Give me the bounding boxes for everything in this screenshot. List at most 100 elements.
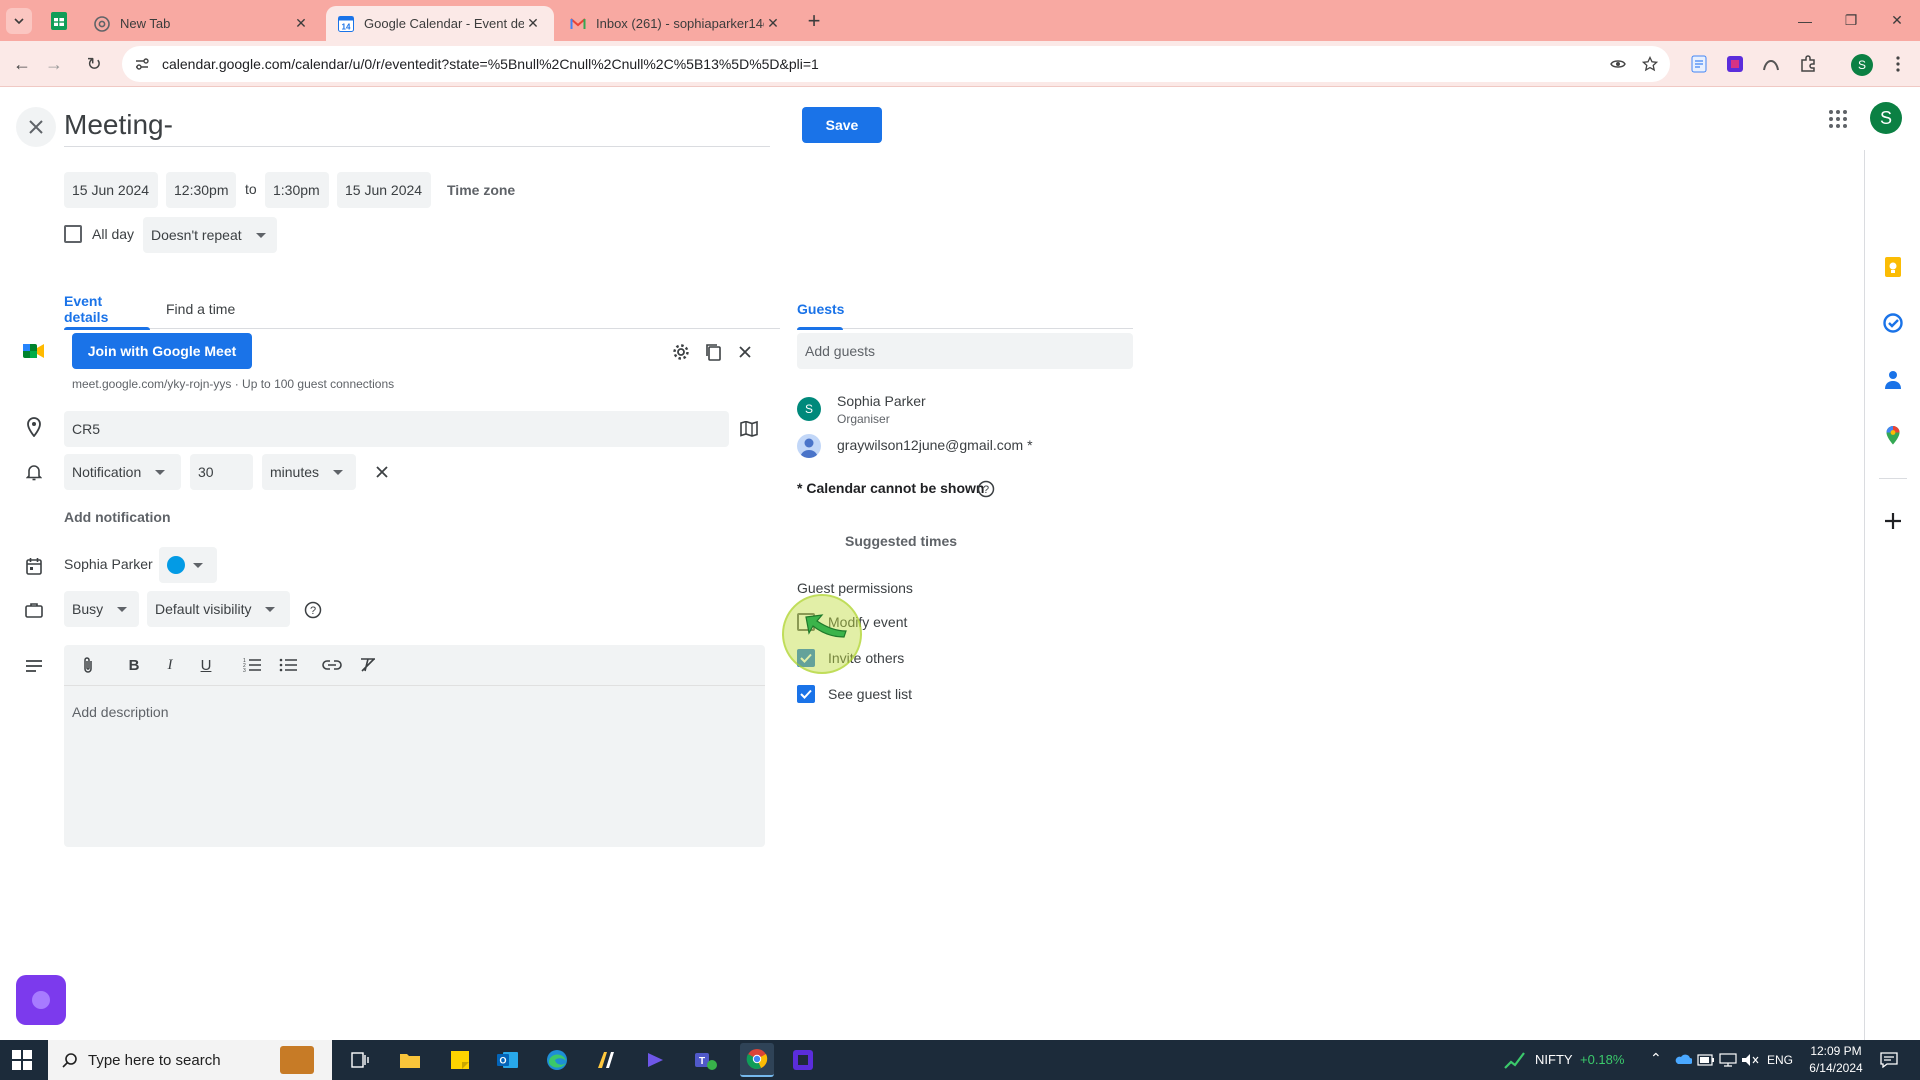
outlook-icon[interactable]: O — [494, 1046, 522, 1074]
keep-icon[interactable] — [1883, 257, 1903, 277]
add-guests-input[interactable]: Add guests — [797, 333, 1133, 369]
language-indicator[interactable]: ENG — [1767, 1053, 1793, 1067]
person-icon — [800, 438, 818, 458]
volume-muted-icon[interactable] — [1741, 1053, 1759, 1067]
bold-icon[interactable]: B — [124, 655, 144, 675]
close-tab-icon[interactable]: ✕ — [292, 15, 310, 33]
busy-status-dropdown[interactable]: Busy — [64, 591, 139, 627]
back-button[interactable]: ← — [8, 50, 36, 78]
teams-icon[interactable]: T — [691, 1046, 719, 1074]
contacts-icon[interactable] — [1883, 369, 1903, 389]
end-time-field[interactable]: 1:30pm — [265, 172, 329, 208]
time-zone-button[interactable]: Time zone — [447, 182, 515, 198]
extensions-puzzle-icon[interactable] — [1797, 53, 1819, 75]
extension-arc-icon[interactable] — [1760, 53, 1782, 75]
bookmark-star-icon[interactable] — [1640, 54, 1660, 74]
tab-find-a-time[interactable]: Find a time — [166, 289, 235, 329]
notification-value-input[interactable]: 30 — [190, 454, 253, 490]
help-icon[interactable]: ? — [974, 477, 998, 501]
tab-new-tab[interactable]: New Tab ✕ — [82, 6, 322, 41]
media-player-icon[interactable] — [641, 1046, 669, 1074]
repeat-dropdown[interactable]: Doesn't repeat — [143, 217, 277, 253]
end-date-field[interactable]: 15 Jun 2024 — [337, 172, 431, 208]
start-time-field[interactable]: 12:30pm — [166, 172, 236, 208]
clock-date[interactable]: 6/14/2024 — [1808, 1061, 1864, 1075]
italic-icon[interactable]: I — [160, 655, 180, 675]
network-icon[interactable] — [1719, 1053, 1737, 1067]
profile-avatar[interactable]: S — [1851, 54, 1873, 76]
add-addon-icon[interactable] — [1883, 511, 1903, 531]
chevron-up-icon[interactable]: ⌃ — [1650, 1050, 1662, 1067]
tasks-icon[interactable] — [1883, 313, 1903, 333]
battery-icon[interactable] — [1697, 1054, 1715, 1066]
pinned-tab-sheets[interactable] — [42, 6, 76, 36]
link-icon[interactable] — [322, 655, 342, 675]
all-day-checkbox[interactable] — [64, 225, 82, 243]
new-tab-button[interactable]: + — [800, 8, 828, 34]
onedrive-icon[interactable] — [1674, 1053, 1692, 1065]
omnibox[interactable]: calendar.google.com/calendar/u/0/r/event… — [122, 46, 1670, 82]
clock-time[interactable]: 12:09 PM — [1808, 1044, 1864, 1058]
maps-app-icon[interactable] — [592, 1046, 620, 1074]
see-guest-list-checkbox[interactable] — [797, 685, 815, 703]
suggested-times-button[interactable]: Suggested times — [845, 533, 957, 549]
copy-icon[interactable] — [701, 340, 725, 364]
menu-kebab-icon[interactable] — [1887, 53, 1909, 75]
remove-meet-icon[interactable] — [733, 340, 757, 364]
taskbar-search-box[interactable]: Type here to search — [48, 1040, 332, 1080]
sticky-notes-icon[interactable] — [446, 1046, 474, 1074]
gear-icon[interactable] — [669, 340, 693, 364]
map-icon[interactable] — [737, 417, 761, 441]
google-apps-icon[interactable] — [1826, 107, 1850, 131]
start-date-field[interactable]: 15 Jun 2024 — [64, 172, 158, 208]
chrome-taskbar-icon[interactable] — [740, 1043, 774, 1077]
remove-notification-icon[interactable] — [370, 460, 394, 484]
restore-button[interactable]: ❐ — [1828, 0, 1874, 41]
edge-icon[interactable] — [543, 1046, 571, 1074]
task-view-icon[interactable] — [346, 1046, 374, 1074]
assistant-extension-button[interactable] — [16, 975, 66, 1025]
tab-event-details[interactable]: Event details — [64, 289, 150, 330]
event-title-input[interactable]: Meeting- — [64, 103, 770, 147]
eye-icon[interactable] — [1608, 54, 1628, 74]
notification-unit-dropdown[interactable]: minutes — [262, 454, 356, 490]
save-button[interactable]: Save — [802, 107, 882, 143]
add-notification-link[interactable]: Add notification — [64, 509, 171, 525]
file-explorer-icon[interactable] — [396, 1046, 424, 1074]
close-tab-icon[interactable]: ✕ — [764, 15, 782, 33]
guest-name[interactable]: Sophia Parker — [837, 393, 926, 409]
assistant-icon — [32, 991, 50, 1009]
notification-type-dropdown[interactable]: Notification — [64, 454, 181, 490]
tab-search-button[interactable] — [6, 8, 32, 34]
account-avatar[interactable]: S — [1870, 102, 1902, 134]
tab-guests[interactable]: Guests — [797, 289, 844, 330]
underline-icon[interactable]: U — [196, 655, 216, 675]
join-google-meet-button[interactable]: Join with Google Meet — [72, 333, 252, 369]
tab-google-calendar[interactable]: 14 Google Calendar - Event details ✕ — [326, 6, 554, 41]
maps-icon[interactable] — [1883, 425, 1903, 445]
windows-start-icon[interactable] — [12, 1050, 32, 1070]
guest-email[interactable]: graywilson12june@gmail.com * — [837, 437, 1033, 453]
close-window-button[interactable]: ✕ — [1874, 0, 1920, 41]
close-editor-button[interactable] — [16, 107, 56, 147]
close-tab-icon[interactable]: ✕ — [524, 15, 542, 33]
clear-formatting-icon[interactable] — [358, 655, 378, 675]
event-color-dropdown[interactable] — [159, 547, 217, 583]
reload-button[interactable]: ↻ — [80, 50, 108, 78]
tab-gmail-inbox[interactable]: Inbox (261) - sophiaparker14oc ✕ — [558, 6, 794, 41]
notification-center-icon[interactable] — [1880, 1052, 1898, 1068]
forward-button[interactable]: → — [40, 50, 68, 78]
purple-app-icon[interactable] — [789, 1046, 817, 1074]
numbered-list-icon[interactable]: 123 — [242, 655, 262, 675]
bulleted-list-icon[interactable] — [278, 655, 298, 675]
cursor-arrow-icon — [805, 614, 847, 638]
minimize-button[interactable]: — — [1782, 0, 1828, 41]
description-input[interactable]: Add description — [64, 685, 765, 847]
event-edit-page: Meeting- Save S 15 Jun 2024 12:30pm to 1… — [0, 87, 1920, 1040]
visibility-dropdown[interactable]: Default visibility — [147, 591, 290, 627]
extension-purple-icon[interactable] — [1724, 53, 1746, 75]
attachment-icon[interactable] — [78, 655, 98, 675]
location-input[interactable]: CR5 — [64, 411, 729, 447]
extension-doc-icon[interactable] — [1688, 53, 1710, 75]
help-icon[interactable]: ? — [301, 598, 325, 622]
